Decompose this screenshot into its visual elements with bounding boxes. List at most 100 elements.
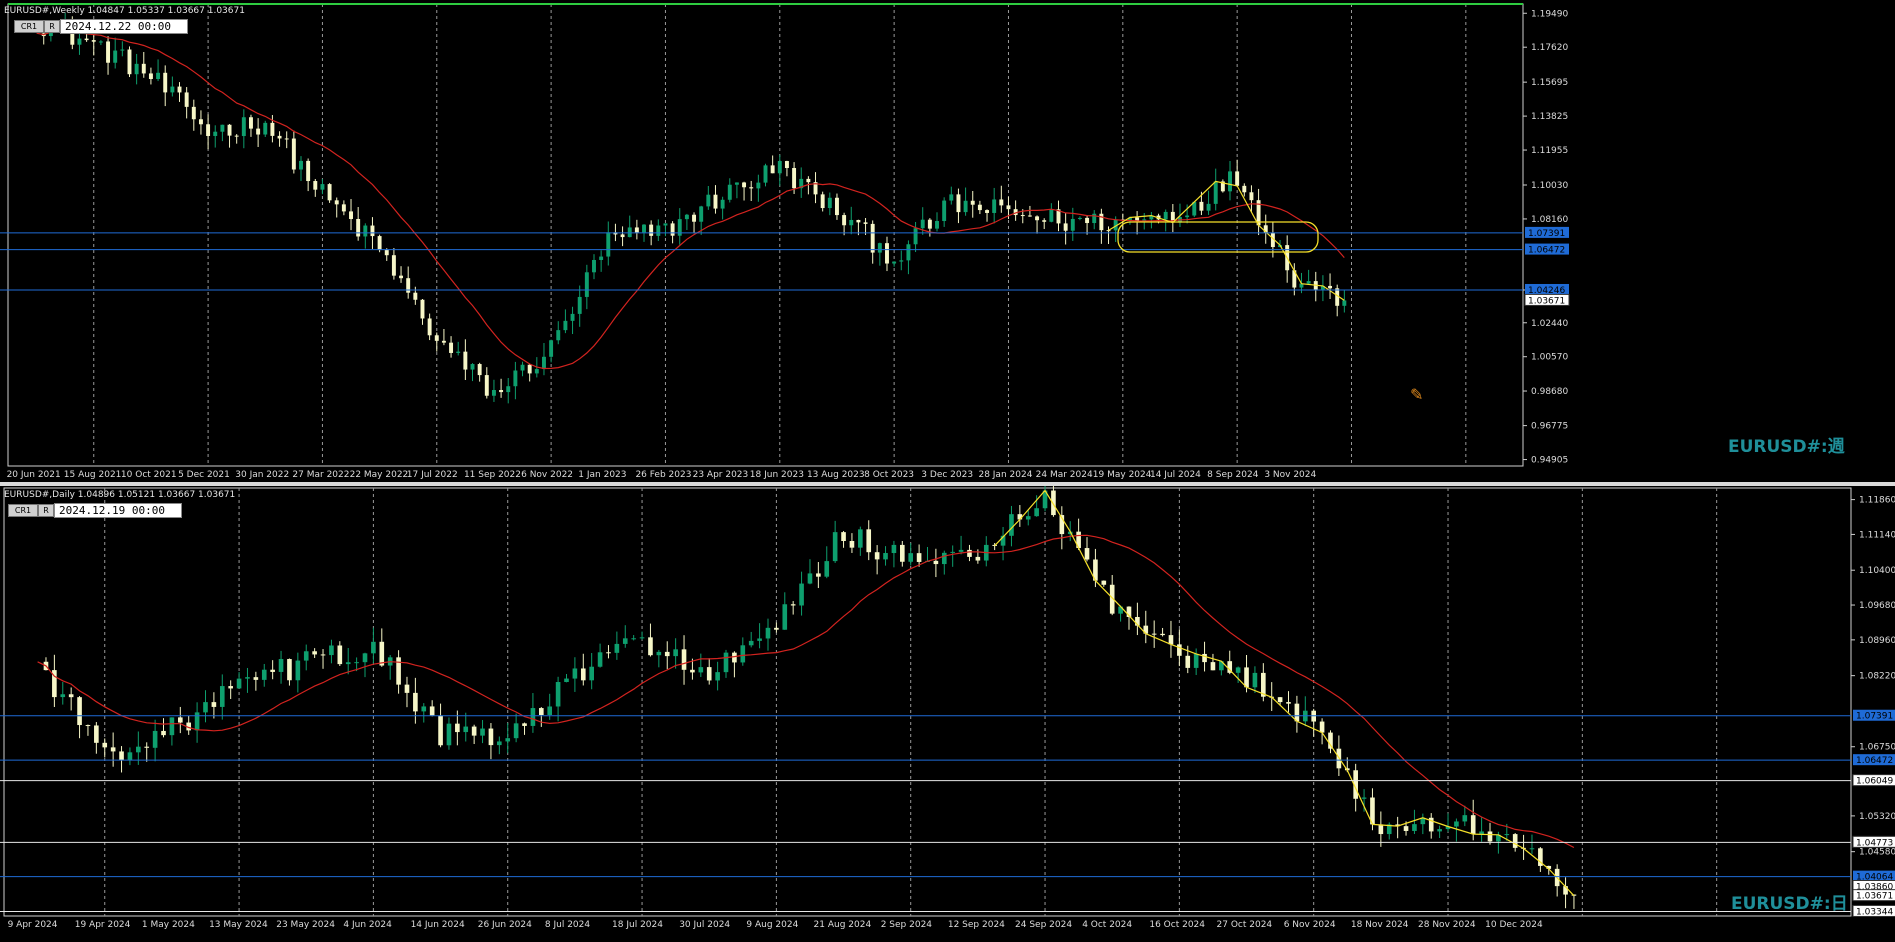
daily-candle-body	[941, 552, 947, 565]
daily-x-tick-label: 10 Dec 2024	[1485, 920, 1543, 930]
daily-x-tick-label: 2 Sep 2024	[881, 920, 933, 930]
daily-candle-body	[1454, 821, 1459, 827]
weekly-r-button[interactable]: R	[44, 20, 60, 33]
weekly-candle-body	[542, 356, 546, 370]
weekly-watermark: EURUSD#:週	[1728, 437, 1845, 457]
weekly-y-tick-label: 1.19490	[1531, 9, 1568, 19]
weekly-plot-frame	[7, 3, 1524, 467]
daily-header: EURUSD#,Daily 1.04896 1.05121 1.03667 1.…	[4, 490, 236, 500]
weekly-candle-body	[491, 390, 496, 396]
daily-candle-body	[1101, 580, 1107, 585]
weekly-candle-body	[1235, 171, 1240, 186]
weekly-candle-body	[820, 194, 825, 209]
weekly-candle-body	[449, 342, 454, 353]
daily-candle-body	[799, 583, 804, 606]
daily-y-tick-label: 1.11140	[1859, 530, 1895, 540]
daily-date-field[interactable]: 2024.12.19 00:00	[54, 503, 182, 518]
daily-candle-body	[1529, 848, 1535, 850]
weekly-candle-body	[1342, 300, 1347, 306]
weekly-candle-body	[906, 244, 911, 261]
weekly-candle-body	[413, 292, 418, 300]
weekly-candle-body	[985, 210, 989, 213]
weekly-candle-body	[1135, 217, 1140, 221]
daily-candle-body	[219, 686, 225, 707]
weekly-candle-body	[356, 218, 361, 237]
daily-candle-body	[320, 654, 326, 656]
daily-chart-panel[interactable]: 9 Apr 2024 19 Apr 2024 1 May 2024 13 May 20…	[0, 486, 1895, 942]
weekly-x-tick-label: 15 Aug 2021	[64, 470, 122, 480]
daily-candle-body	[505, 738, 511, 742]
daily-candle-body	[1193, 653, 1199, 668]
daily-candle-body	[824, 561, 830, 577]
daily-candle-body	[1504, 834, 1510, 836]
weekly-candle-body	[1242, 185, 1247, 193]
daily-candle-body	[832, 532, 838, 562]
daily-candle-body	[1051, 490, 1056, 516]
weekly-y-tick-label: 0.94905	[1531, 456, 1568, 466]
daily-chart-canvas[interactable]: 9 Apr 2024 19 Apr 2024 1 May 2024 13 May 20…	[0, 486, 1895, 942]
daily-candle-body	[228, 686, 233, 689]
weekly-candle-body	[977, 204, 982, 211]
daily-candle-body	[1277, 697, 1283, 703]
daily-candle-body	[732, 652, 737, 663]
weekly-candle-body	[284, 138, 289, 140]
daily-y-tick-label: 1.10400	[1859, 566, 1895, 576]
daily-candle-body	[480, 728, 485, 736]
weekly-candle-body	[727, 184, 732, 200]
weekly-x-tick-label: 3 Dec 2023	[921, 470, 973, 480]
weekly-candle-body	[599, 256, 604, 260]
weekly-y-tick-label: 1.17620	[1531, 43, 1568, 53]
weekly-candle-body	[1092, 213, 1097, 224]
weekly-candle-body	[1020, 215, 1025, 217]
daily-candle-body	[144, 746, 150, 748]
daily-r-button[interactable]: R	[38, 504, 54, 517]
daily-candle-body	[849, 541, 855, 548]
daily-candle-body	[748, 640, 754, 646]
weekly-x-tick-label: 30 Jan 2022	[235, 470, 289, 480]
daily-x-tick-label: 26 Jun 2024	[478, 920, 532, 930]
daily-x-tick-label: 30 Jul 2024	[679, 920, 730, 930]
weekly-candle-body	[377, 236, 382, 251]
daily-candle-body	[790, 604, 796, 606]
weekly-candle-body	[784, 161, 789, 169]
weekly-moving-average-line	[36, 28, 1345, 370]
weekly-candle-body	[999, 199, 1004, 206]
weekly-candle-body	[1163, 211, 1168, 220]
weekly-candle-body	[106, 41, 111, 63]
daily-candle-body	[547, 706, 553, 715]
weekly-x-tick-label: 11 Sep 2022	[464, 470, 521, 480]
weekly-cr-button[interactable]: CR1	[14, 20, 44, 33]
daily-cr-button[interactable]: CR1	[8, 504, 38, 517]
daily-candle-body	[522, 723, 527, 726]
weekly-candle-body	[391, 255, 396, 276]
daily-candle-body	[631, 638, 636, 640]
weekly-x-tick-label: 1 Jan 2023	[578, 470, 626, 480]
weekly-chart-canvas[interactable]: 20 Jun 2021 15 Aug 2021 10 Oct 2021 5 Dec 2…	[0, 0, 1895, 484]
weekly-candle-body	[1228, 171, 1232, 192]
weekly-price-tag-label: 1.07391	[1528, 229, 1565, 239]
daily-candle-body	[900, 544, 905, 562]
weekly-x-tick-label: 8 Oct 2023	[864, 470, 914, 480]
weekly-chart-panel[interactable]: 20 Jun 2021 15 Aug 2021 10 Oct 2021 5 Dec 2…	[0, 0, 1895, 484]
weekly-candle-body	[899, 260, 904, 262]
daily-candle-body	[438, 715, 443, 746]
weekly-candle-body	[134, 63, 139, 75]
weekly-candle-body	[692, 214, 697, 222]
weekly-candle-body	[141, 63, 146, 74]
daily-watermark: EURUSD#:日	[1731, 894, 1848, 914]
weekly-candle-body	[184, 92, 189, 107]
daily-candle-body	[371, 641, 376, 654]
weekly-candle-body	[656, 225, 661, 236]
daily-candle-body	[622, 638, 628, 644]
weekly-date-field[interactable]: 2024.12.22 00:00	[60, 19, 188, 34]
weekly-candle-body	[1306, 281, 1311, 284]
weekly-x-tick-label: 6 Nov 2022	[521, 470, 573, 480]
weekly-candle-body	[84, 38, 89, 41]
weekly-x-tick-label: 17 Jul 2022	[407, 470, 458, 480]
daily-y-tick-label: 1.06750	[1859, 743, 1895, 753]
weekly-candle-body	[927, 219, 932, 229]
weekly-candle-body	[606, 232, 611, 257]
daily-x-tick-label: 19 Apr 2024	[75, 920, 131, 930]
weekly-candle-body	[434, 335, 439, 341]
weekly-candle-body	[370, 225, 375, 237]
